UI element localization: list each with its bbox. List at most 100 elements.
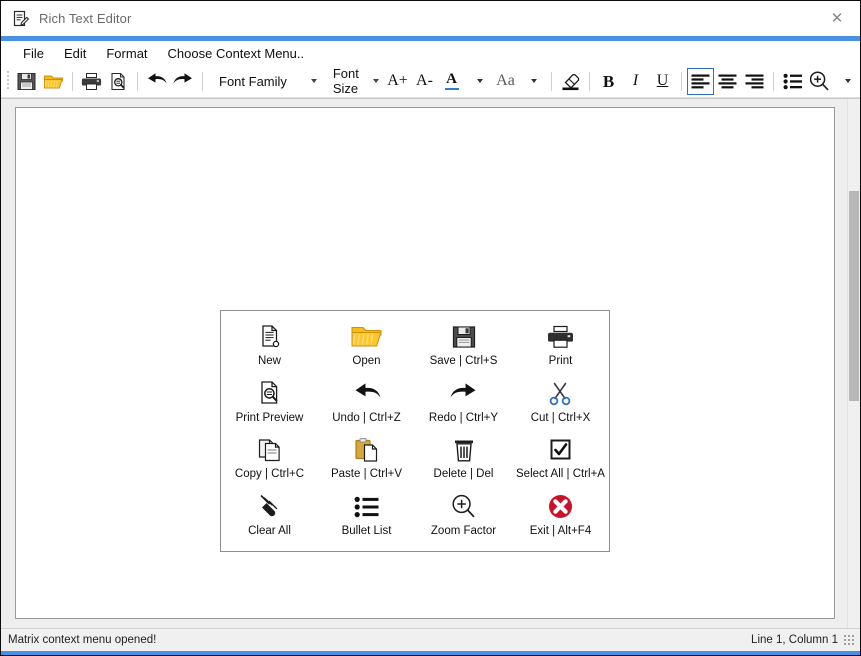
chevron-down-icon bbox=[477, 79, 483, 83]
vertical-scrollbar[interactable] bbox=[847, 99, 860, 628]
bold-button[interactable]: B bbox=[595, 68, 622, 95]
menu-choose-context-menu[interactable]: Choose Context Menu.. bbox=[158, 44, 315, 63]
toolbar-drag-handle[interactable] bbox=[7, 71, 10, 91]
context-item-delete[interactable]: Delete | Del bbox=[415, 430, 512, 487]
print-preview-icon bbox=[111, 72, 125, 90]
context-item-exit[interactable]: Exit | Alt+F4 bbox=[512, 487, 609, 544]
font-size-value: Font Size bbox=[332, 66, 359, 96]
folder-open-icon bbox=[350, 322, 384, 352]
title-bar: Rich Text Editor ✕ bbox=[1, 1, 860, 36]
align-left-icon bbox=[691, 74, 710, 88]
caret-position-label: Line 1, Column 1 bbox=[751, 634, 838, 646]
decrease-font-size-button[interactable]: A- bbox=[411, 68, 438, 95]
context-item-label: Bullet List bbox=[341, 524, 392, 537]
brush-clear-icon bbox=[257, 492, 283, 522]
font-color-button[interactable]: A bbox=[438, 68, 465, 95]
context-item-label: Cut | Ctrl+X bbox=[530, 411, 591, 424]
font-color-dropdown[interactable] bbox=[465, 68, 492, 95]
red-x-circle-icon bbox=[547, 492, 574, 522]
context-item-label: Redo | Ctrl+Y bbox=[428, 411, 499, 424]
context-item-redo[interactable]: Redo | Ctrl+Y bbox=[415, 374, 512, 431]
context-item-print-preview[interactable]: Print Preview bbox=[221, 374, 318, 431]
align-right-button[interactable] bbox=[741, 68, 768, 95]
close-button[interactable]: ✕ bbox=[814, 2, 860, 35]
menu-bar: File Edit Format Choose Context Menu.. bbox=[1, 41, 860, 65]
magnifier-plus-icon bbox=[809, 71, 829, 91]
notepad-pencil-icon bbox=[12, 10, 30, 28]
context-item-zoom-factor[interactable]: Zoom Factor bbox=[415, 487, 512, 544]
context-item-save[interactable]: Save | Ctrl+S bbox=[415, 317, 512, 374]
scissors-icon bbox=[548, 379, 574, 409]
eraser-icon bbox=[562, 73, 580, 91]
font-size-select[interactable]: Font Size bbox=[325, 66, 384, 96]
context-item-print[interactable]: Print bbox=[512, 317, 609, 374]
trash-can-icon bbox=[452, 435, 476, 465]
font-family-select[interactable]: Font Family bbox=[212, 70, 322, 92]
status-bar: Matrix context menu opened! Line 1, Colu… bbox=[1, 628, 860, 651]
context-item-label: Copy | Ctrl+C bbox=[234, 468, 305, 481]
menu-file[interactable]: File bbox=[13, 44, 54, 63]
copy-pages-icon bbox=[256, 435, 284, 465]
context-item-new[interactable]: New bbox=[221, 317, 318, 374]
change-case-dropdown[interactable] bbox=[519, 68, 546, 95]
toolbar-separator bbox=[137, 71, 138, 91]
align-left-button[interactable] bbox=[687, 67, 714, 95]
context-item-clear-all[interactable]: Clear All bbox=[221, 487, 318, 544]
change-case-button[interactable]: Aa bbox=[492, 68, 519, 95]
font-color-a-icon: A bbox=[446, 70, 457, 87]
context-item-undo[interactable]: Undo | Ctrl+Z bbox=[318, 374, 415, 431]
print-button[interactable] bbox=[78, 68, 105, 95]
open-button[interactable] bbox=[40, 68, 67, 95]
resize-grip-icon[interactable] bbox=[844, 634, 855, 646]
context-item-cut[interactable]: Cut | Ctrl+X bbox=[512, 374, 609, 431]
chevron-down-icon bbox=[310, 79, 317, 83]
context-item-paste[interactable]: Paste | Ctrl+V bbox=[318, 430, 415, 487]
italic-button[interactable]: I bbox=[622, 68, 649, 95]
underline-button[interactable]: U bbox=[649, 68, 676, 95]
toolbar-separator bbox=[773, 71, 774, 91]
context-item-open[interactable]: Open bbox=[318, 317, 415, 374]
menu-format[interactable]: Format bbox=[96, 44, 157, 63]
bullet-list-icon bbox=[783, 73, 802, 89]
printer-icon bbox=[81, 72, 102, 90]
context-item-label: Undo | Ctrl+Z bbox=[332, 411, 401, 424]
undo-arrow-icon bbox=[352, 379, 382, 409]
window-title: Rich Text Editor bbox=[39, 11, 132, 26]
magnifier-plus-icon bbox=[450, 492, 478, 522]
context-item-bullet-list[interactable]: Bullet List bbox=[318, 487, 415, 544]
context-item-select-all[interactable]: Select All | Ctrl+A bbox=[512, 430, 609, 487]
vertical-scrollbar-thumb[interactable] bbox=[849, 191, 859, 401]
bold-icon: B bbox=[602, 71, 615, 91]
font-color-swatch bbox=[444, 87, 459, 91]
chevron-down-icon bbox=[845, 79, 851, 83]
zoom-button[interactable] bbox=[806, 68, 833, 95]
align-center-button[interactable] bbox=[714, 68, 741, 95]
undo-button[interactable] bbox=[143, 68, 170, 95]
increase-font-size-button[interactable]: A+ bbox=[384, 68, 411, 95]
folder-open-icon bbox=[43, 75, 63, 89]
redo-arrow-icon bbox=[449, 379, 479, 409]
toolbar-separator bbox=[551, 71, 552, 91]
save-button[interactable] bbox=[13, 68, 40, 95]
close-icon: ✕ bbox=[830, 9, 844, 27]
font-family-value: Font Family bbox=[219, 73, 287, 89]
redo-arrow-icon bbox=[173, 72, 192, 84]
change-case-aa-icon: Aa bbox=[496, 72, 515, 89]
toolbar: Font Family Font Size A+ A- A Aa B I U bbox=[1, 65, 860, 98]
floppy-disk-icon bbox=[17, 72, 36, 90]
context-item-label: Zoom Factor bbox=[430, 524, 497, 537]
a-plus-icon: A+ bbox=[387, 72, 408, 89]
context-item-copy[interactable]: Copy | Ctrl+C bbox=[221, 430, 318, 487]
editor-body: New Open Save | Ctrl+S Print Print Previ… bbox=[1, 98, 860, 628]
underline-icon: U bbox=[656, 72, 669, 89]
bottom-accent-strip bbox=[1, 651, 860, 655]
printer-icon bbox=[547, 322, 574, 352]
clear-formatting-button[interactable] bbox=[557, 68, 584, 95]
context-item-label: Clear All bbox=[248, 524, 291, 537]
zoom-dropdown[interactable] bbox=[833, 68, 860, 95]
bullet-list-button[interactable] bbox=[779, 68, 806, 95]
print-preview-button[interactable] bbox=[105, 68, 132, 95]
context-item-label: Print bbox=[548, 355, 573, 367]
redo-button[interactable] bbox=[170, 68, 197, 95]
menu-edit[interactable]: Edit bbox=[54, 44, 96, 63]
